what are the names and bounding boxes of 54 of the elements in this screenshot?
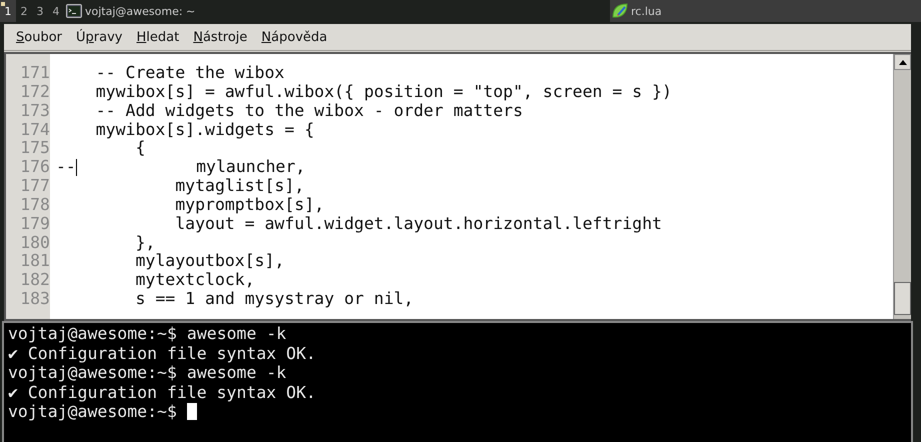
terminal-output: ✔ Configuration file syntax OK. xyxy=(8,382,316,402)
taskbar-item[interactable]: rc.lua xyxy=(610,0,921,22)
line-number: 174 xyxy=(19,120,50,140)
workspace-tag[interactable]: 2 xyxy=(16,0,32,22)
code-line: }, xyxy=(134,234,156,252)
text-cursor xyxy=(76,159,77,176)
line-number: 180 xyxy=(19,234,50,252)
code-line: -- Create the wibox xyxy=(94,64,284,83)
code-line: -- xyxy=(56,158,76,178)
line-number: 175 xyxy=(19,139,50,158)
workspace-tag[interactable]: 3 xyxy=(32,0,48,22)
terminal-output: ✔ Configuration file syntax OK. xyxy=(8,344,316,363)
line-number: 171 xyxy=(19,64,50,83)
scrollbar-thumb[interactable] xyxy=(894,282,911,315)
menu-item[interactable]: Nástroje xyxy=(193,30,248,44)
line-number: 178 xyxy=(19,196,50,215)
menu-item[interactable]: Úpravy xyxy=(76,30,122,44)
shell-prompt: vojtaj@awesome:~$ xyxy=(8,324,177,344)
shell-command: awesome -k xyxy=(186,324,286,344)
leaf-icon xyxy=(612,3,628,19)
terminal-icon xyxy=(66,3,82,19)
line-number: 183 xyxy=(19,290,50,309)
code-line: -- Add widgets to the wibox - order matters xyxy=(94,102,523,121)
line-number: 173 xyxy=(19,102,50,121)
code-line: layout = awful.widget.layout.horizontal.leftright xyxy=(174,214,662,234)
menu-item[interactable]: Nápověda xyxy=(261,30,328,44)
editor-area[interactable] xyxy=(4,52,911,321)
code-line: mywibox[s] = awful.wibox({ position = "top", screen = s }) xyxy=(94,82,672,102)
scrollbar[interactable] xyxy=(893,54,911,319)
up-arrow-icon xyxy=(898,60,906,64)
line-number: 176 xyxy=(19,158,50,178)
code-line: mytaglist[s], xyxy=(174,177,304,196)
code-line: mywibox[s].widgets = { xyxy=(94,120,314,140)
line-number: 181 xyxy=(19,252,50,272)
code-line: mylauncher, xyxy=(195,158,306,178)
line-number: 172 xyxy=(19,82,50,102)
code-line: s == 1 and mysystray or nil, xyxy=(134,290,414,309)
scroll-up-button[interactable] xyxy=(894,54,911,70)
shell-prompt: vojtaj@awesome:~$ xyxy=(8,402,177,422)
code-line: mylayoutbox[s], xyxy=(134,252,284,272)
workspace-tag[interactable]: 4 xyxy=(48,0,64,22)
line-number: 179 xyxy=(19,214,50,234)
shell-prompt: vojtaj@awesome:~$ xyxy=(8,363,177,382)
code-line: { xyxy=(135,139,146,158)
shell-command: awesome -k xyxy=(186,363,286,382)
code-line: mypromptbox[s], xyxy=(174,196,324,215)
menu-item[interactable]: Soubor xyxy=(16,30,62,44)
code-line: mytextclock, xyxy=(134,271,255,290)
terminal-window[interactable]: vojtaj@awesome:~$ awesome -k ✔ Configuration file syntax OK. vojtaj@awesome:~$ awesome -k ✔ Configuration file syntax OK. vojtaj@awesome:~$ xyxy=(2,321,913,442)
line-number: 182 xyxy=(19,271,50,290)
taskbar-item[interactable]: vojtaj@awesome: ~ xyxy=(64,0,610,22)
workspace-tag[interactable]: 1 xyxy=(0,0,16,22)
line-number: 177 xyxy=(19,177,50,196)
menu-item[interactable]: Hledat xyxy=(136,30,180,44)
